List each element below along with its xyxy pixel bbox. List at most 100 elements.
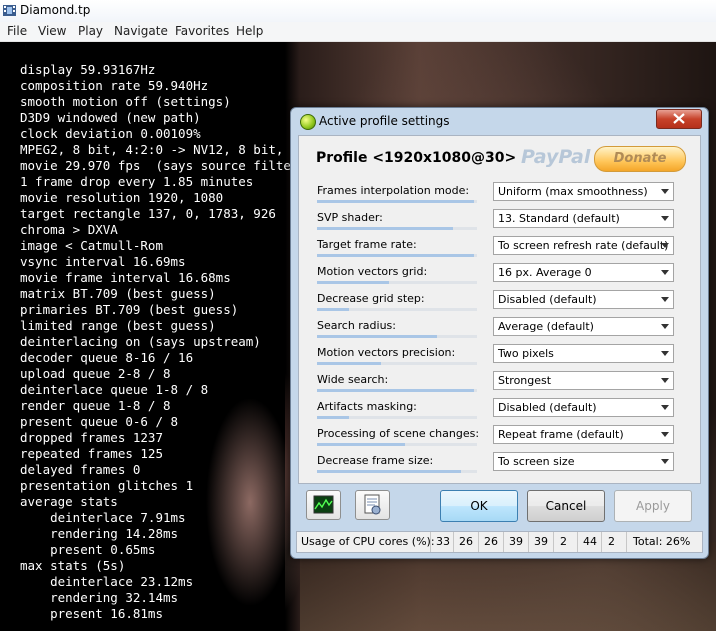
setting-dropdown[interactable]: Repeat frame (default) [493,425,674,444]
menu-favorites[interactable]: Favorites [175,24,229,38]
stats-line: rendering 14.28ms [20,526,179,541]
setting-label: Target frame rate: [317,238,417,251]
setting-label: Frames interpolation mode: [317,184,470,197]
divider [626,532,627,552]
cpu-label: Usage of CPU cores (%): [301,535,435,548]
setting-dropdown[interactable]: To screen refresh rate (default) [493,236,674,255]
setting-level-fill [317,362,381,365]
menu-help[interactable]: Help [236,24,263,38]
setting-label: Decrease frame size: [317,454,434,467]
setting-value: Two pixels [498,347,554,360]
cpu-usage-bar: Usage of CPU cores (%): 33 26 26 39 39 2… [296,531,703,553]
stats-line: movie resolution 1920, 1080 [20,190,224,205]
setting-value: 16 px. Average 0 [498,266,592,279]
stats-line: vsync interval 16.69ms [20,254,186,269]
chevron-down-icon [661,378,669,383]
chevron-down-icon [661,432,669,437]
setting-dropdown[interactable]: 13. Standard (default) [493,209,674,228]
divider [430,532,431,552]
graph-icon [313,495,334,514]
donate-button[interactable]: Donate [594,146,686,172]
setting-dropdown[interactable]: Disabled (default) [493,290,674,309]
cancel-button[interactable]: Cancel [527,490,605,522]
menu-bar: File View Play Navigate Favorites Help [0,22,716,42]
setting-level-fill [317,254,474,257]
cpu-core-1: 26 [459,535,473,548]
divider [478,532,479,552]
setting-label: Motion vectors grid: [317,265,428,278]
stats-line: movie 29.970 fps (says source filter) [20,158,306,173]
setting-dropdown[interactable]: To screen size [493,452,674,471]
stats-line: target rectangle 137, 0, 1783, 926 [20,206,276,221]
stats-line: render queue 1-8 / 8 [20,398,171,413]
setting-level-bar [317,254,477,257]
stats-line: present queue 0-6 / 8 [20,414,179,429]
setting-value: Disabled (default) [498,401,597,414]
setting-level-fill [317,335,437,338]
divider [528,532,529,552]
stats-line: decoder queue 8-16 / 16 [20,350,194,365]
setting-label: Wide search: [317,373,389,386]
settings-tool-button[interactable] [355,490,390,520]
window-title: Diamond.tp [20,3,91,17]
menu-file[interactable]: File [7,24,27,38]
stats-line: present 0.65ms [20,542,156,557]
app-icon [3,5,16,16]
stats-line: D3D9 windowed (new path) [20,110,201,125]
setting-level-bar [317,281,477,284]
setting-level-bar [317,335,477,338]
profile-name: Profile <1920x1080@30> [316,150,517,166]
setting-dropdown[interactable]: Uniform (max smoothness) [493,182,674,201]
divider [503,532,504,552]
setting-level-fill [317,416,349,419]
setting-level-bar [317,443,477,446]
setting-level-fill [317,470,461,473]
stats-line: dropped frames 1237 [20,430,163,445]
setting-level-fill [317,443,405,446]
stats-line: upload queue 2-8 / 8 [20,366,171,381]
setting-value: To screen size [498,455,575,468]
stats-line: delayed frames 0 [20,462,141,477]
stats-line: deinterlace 7.91ms [20,510,186,525]
chevron-down-icon [661,243,669,248]
setting-level-bar [317,389,477,392]
ok-button[interactable]: OK [440,490,518,522]
setting-label: Search radius: [317,319,396,332]
stats-line: rendering 32.14ms [20,590,179,605]
setting-dropdown[interactable]: 16 px. Average 0 [493,263,674,282]
setting-level-fill [317,389,474,392]
stats-line: presentation glitches 1 [20,478,194,493]
apply-button[interactable]: Apply [614,490,692,522]
menu-navigate[interactable]: Navigate [114,24,168,38]
setting-label: Processing of scene changes: [317,427,480,440]
menu-view[interactable]: View [38,24,66,38]
setting-level-fill [317,308,349,311]
stats-line: smooth motion off (settings) [20,94,231,109]
stats-line: MPEG2, 8 bit, 4:2:0 -> NV12, 8 bit, 4:2:… [20,142,329,157]
stats-line: matrix BT.709 (best guess) [20,286,216,301]
setting-label: Decrease grid step: [317,292,425,305]
stats-line: repeated frames 125 [20,446,163,461]
stats-line: chroma > DXVA [20,222,118,237]
setting-label: Motion vectors precision: [317,346,456,359]
cpu-core-2: 26 [484,535,498,548]
dialog-title: Active profile settings [319,114,450,128]
graph-button[interactable] [306,490,341,520]
setting-value: Uniform (max smoothness) [498,185,648,198]
stats-line: image < Catmull-Rom [20,238,163,253]
cpu-core-7: 2 [608,535,615,548]
cpu-core-6: 44 [583,535,597,548]
setting-dropdown[interactable]: Average (default) [493,317,674,336]
stats-line: deinterlacing on (says upstream) [20,334,261,349]
menu-play[interactable]: Play [78,24,103,38]
setting-level-fill [317,281,389,284]
close-button[interactable] [656,109,702,129]
setting-dropdown[interactable]: Two pixels [493,344,674,363]
divider [453,532,454,552]
setting-level-bar [317,200,477,203]
stats-line: movie frame interval 16.68ms [20,270,231,285]
chevron-down-icon [661,297,669,302]
setting-dropdown[interactable]: Strongest [493,371,674,390]
divider [577,532,578,552]
setting-dropdown[interactable]: Disabled (default) [493,398,674,417]
